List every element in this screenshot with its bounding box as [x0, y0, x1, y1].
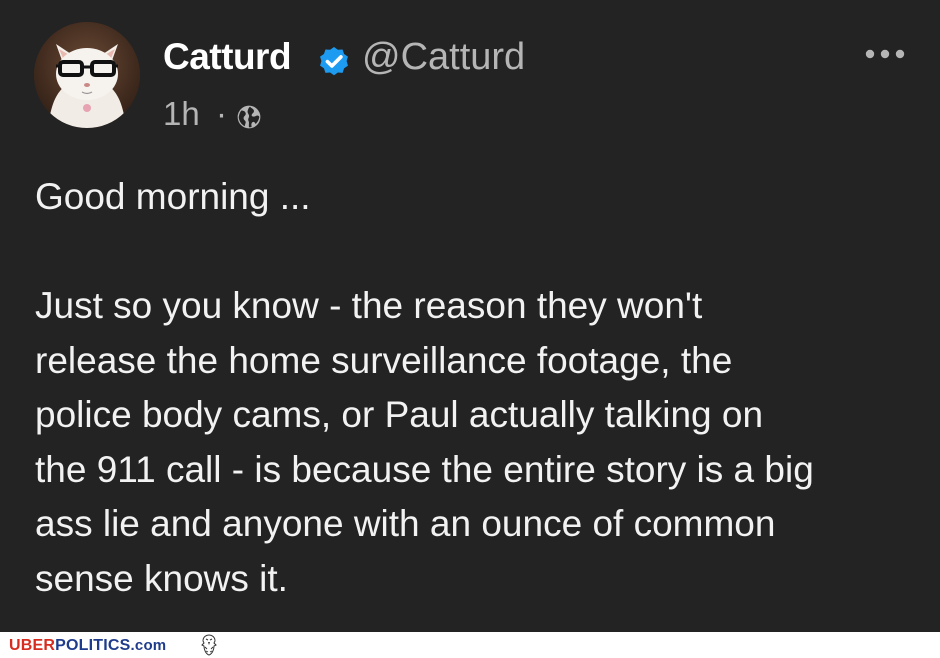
display-name[interactable]: Catturd: [163, 36, 292, 78]
verified-badge-icon: [320, 47, 348, 76]
more-options-icon[interactable]: [864, 47, 906, 61]
post-text-line: sense knows it.: [35, 557, 288, 599]
globe-icon: [237, 105, 261, 129]
brand-domain: .com: [130, 637, 167, 654]
post-text-line: police body cams, or Paul actually talki…: [35, 394, 764, 435]
brand-politics: POLITICS: [55, 637, 131, 654]
meta-separator: ·: [216, 95, 227, 132]
avatar[interactable]: [34, 22, 140, 128]
user-handle[interactable]: @Catturd: [362, 36, 525, 79]
watermark-brand: UBERPOLITICS.com: [9, 637, 166, 655]
cat-avatar-icon: [34, 22, 140, 128]
brand-uber: UBER: [9, 637, 56, 654]
post-text-line: Good morning ...: [35, 176, 311, 217]
eagle-icon: [201, 634, 217, 656]
post-text-line: the 911 call - is because the entire sto…: [35, 448, 814, 490]
post-timestamp[interactable]: 1h: [163, 95, 200, 133]
post-card: Catturd @Catturd 1h · Good morning ... J…: [0, 0, 940, 632]
post-text-line: Just so you know - the reason they won't: [35, 285, 703, 326]
post-text-line: ass lie and anyone with an ounce of comm…: [35, 503, 776, 544]
post-text: Good morning ... Just so you know - the …: [35, 170, 925, 606]
post-text-line: release the home surveillance footage, t…: [35, 339, 733, 381]
